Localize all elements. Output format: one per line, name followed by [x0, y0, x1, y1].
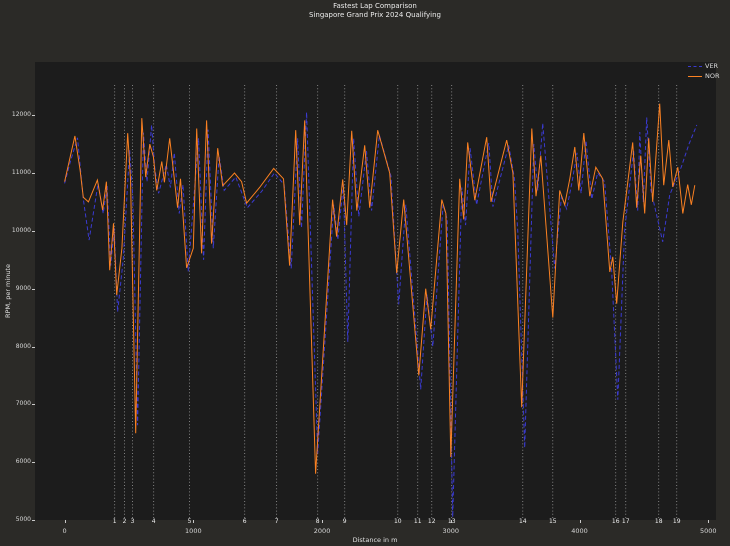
- x-tick-label-1000: 1000: [185, 527, 202, 535]
- nor-line-sample-icon: [688, 76, 702, 77]
- corner-label-12: 12: [427, 518, 436, 525]
- x-tick-mark: [708, 520, 710, 523]
- y-tick-mark: [32, 173, 35, 175]
- plot-svg: [64, 85, 698, 519]
- y-tick-label-8000: 8000: [15, 342, 31, 350]
- x-tick-mark: [64, 520, 66, 523]
- y-tick-mark: [32, 346, 35, 348]
- y-tick-mark: [32, 404, 35, 406]
- x-tick-mark: [450, 520, 452, 523]
- x-tick-label-4000: 4000: [571, 527, 588, 535]
- y-tick-mark: [32, 462, 35, 464]
- x-tick-label-2000: 2000: [313, 527, 331, 535]
- corner-label-3: 3: [130, 518, 135, 525]
- corner-label-4: 4: [151, 518, 156, 525]
- corner-label-5: 5: [187, 518, 192, 525]
- x-tick-mark: [193, 520, 195, 523]
- x-tick-mark: [579, 520, 581, 523]
- y-tick-mark: [32, 288, 35, 290]
- corner-label-11: 11: [413, 518, 422, 525]
- y-tick-label-7000: 7000: [15, 400, 31, 408]
- y-tick-label-5000: 5000: [15, 516, 31, 523]
- legend-label-nor: NOR: [705, 72, 720, 80]
- corner-label-14: 14: [518, 518, 527, 525]
- legend-item-nor: NOR: [688, 73, 720, 80]
- legend-label-ver: VER: [705, 62, 719, 70]
- chart-title-line1: Fastest Lap Comparison: [333, 2, 417, 10]
- y-tick-mark: [32, 115, 35, 117]
- corner-label-18: 18: [654, 518, 663, 525]
- x-tick-label-5000: 5000: [699, 527, 717, 535]
- legend-item-ver: VER: [688, 63, 720, 70]
- corner-label-9: 9: [342, 518, 347, 525]
- plot-area: [35, 62, 716, 520]
- y-axis-label: RPM, per minute: [4, 264, 12, 318]
- y-tick-label-11000: 11000: [11, 169, 31, 177]
- y-tick-label-10000: 10000: [11, 226, 31, 234]
- corner-label-6: 6: [242, 518, 247, 525]
- y-tick-mark: [32, 520, 35, 521]
- x-axis-label: Distance in m: [352, 536, 398, 544]
- corner-label-15: 15: [548, 518, 557, 525]
- chart-title-line2: Singapore Grand Prix 2024 Qualifying: [309, 11, 441, 19]
- figure: Fastest Lap Comparison Singapore Grand P…: [0, 0, 730, 546]
- legend: VER NOR: [688, 63, 720, 80]
- x-tick-mark: [322, 520, 324, 523]
- corner-label-7: 7: [274, 518, 279, 525]
- y-tick-mark: [32, 230, 35, 232]
- x-tick-label-0: 0: [62, 527, 67, 535]
- ver-line-sample-icon: [688, 66, 702, 67]
- y-tick-label-6000: 6000: [15, 458, 31, 466]
- corner-label-10: 10: [393, 518, 402, 525]
- corner-label-17: 17: [621, 518, 630, 525]
- y-tick-label-12000: 12000: [11, 111, 31, 119]
- x-tick-label-3000: 3000: [442, 527, 460, 535]
- series-line-NOR: [64, 103, 696, 474]
- corner-label-19: 19: [672, 518, 681, 525]
